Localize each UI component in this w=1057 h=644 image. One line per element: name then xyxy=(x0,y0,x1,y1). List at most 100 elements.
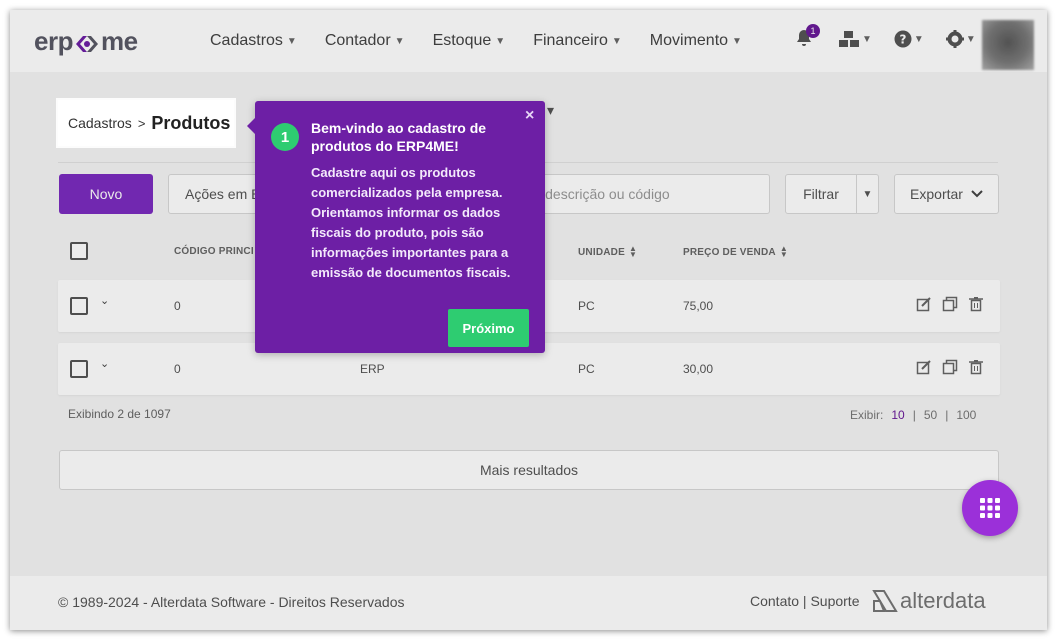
footer-links[interactable]: Contato | Suporte xyxy=(750,593,859,609)
chevron-down-icon: ▼ xyxy=(611,35,622,47)
menu-label: Financeiro xyxy=(533,32,608,49)
filter-button-group: Filtrar ▼ xyxy=(785,174,879,214)
breadcrumb-separator: > xyxy=(137,115,146,131)
menu-label: Movimento xyxy=(649,32,729,49)
cell-unit: PC xyxy=(578,362,595,376)
chevron-down-icon: ▼ xyxy=(495,35,506,47)
chevron-down-icon: ▼ xyxy=(394,35,405,47)
column-header-label: UNIDADE xyxy=(578,246,625,258)
gear-icon xyxy=(945,30,964,48)
modules-button[interactable]: ▼ xyxy=(838,30,872,48)
alterdata-wordmark: alterdata xyxy=(900,588,986,613)
copy-icon[interactable] xyxy=(942,296,958,312)
page-size-option[interactable]: 50 xyxy=(924,408,937,422)
page-title: Produtos xyxy=(151,112,231,133)
filter-button[interactable]: Filtrar xyxy=(786,186,856,202)
chevron-down-icon: ▼ xyxy=(732,35,742,47)
separator: | xyxy=(945,408,949,422)
row-checkbox[interactable] xyxy=(70,297,88,315)
chevron-down-icon: ▼ xyxy=(965,33,976,45)
cell-description: ERP xyxy=(360,362,385,376)
filter-options-chevron-down-icon[interactable]: ▼ xyxy=(857,189,878,200)
next-button[interactable]: Próximo xyxy=(448,309,529,347)
breadcrumb: Cadastros > Produtos xyxy=(58,100,234,146)
boxes-icon xyxy=(839,31,859,47)
export-label: Exportar xyxy=(910,186,963,202)
trash-icon[interactable] xyxy=(968,296,984,312)
cell-code: 0 xyxy=(174,299,181,313)
row-checkbox[interactable] xyxy=(70,360,88,378)
app-window: erp me Cadastros ▼ Contador ▼ Estoque ▼ Fin… xyxy=(10,10,1047,630)
logo-text-right: me xyxy=(100,26,138,56)
results-count: Exibindo 2 de 1097 xyxy=(68,407,171,421)
chevron-down-icon: ▼ xyxy=(913,33,924,45)
copyright-text: © 1989-2024 - Alterdata Software - Direi… xyxy=(58,594,405,610)
separator: | xyxy=(912,408,916,422)
expand-chevron-icon[interactable]: ⌄ xyxy=(100,357,109,370)
column-header-label: PREÇO DE VENDA xyxy=(683,246,776,258)
export-button[interactable]: Exportar xyxy=(894,174,999,214)
menu-movimento[interactable]: Movimento ▼ xyxy=(650,32,742,50)
page-size-option[interactable]: 10 xyxy=(891,408,904,422)
grid-icon xyxy=(980,498,1000,518)
sort-icon: ▲ ▼ xyxy=(779,244,788,259)
chevron-down-icon: ▼ xyxy=(286,35,297,47)
chevron-down-icon xyxy=(971,190,983,198)
tour-title: Bem-vindo ao cadastro de produtos do ERP… xyxy=(311,120,487,154)
main-menu: Cadastros ▼ Contador ▼ Estoque ▼ Financeiro… xyxy=(210,32,742,50)
row-actions xyxy=(916,359,984,375)
settings-button[interactable]: ▼ xyxy=(945,30,976,48)
edit-icon[interactable] xyxy=(916,296,932,312)
svg-text:?: ? xyxy=(899,33,906,47)
cell-price: 75,00 xyxy=(683,299,714,313)
close-icon[interactable]: × xyxy=(525,107,534,125)
tour-step-badge: 1 xyxy=(271,123,299,151)
notification-badge: 1 xyxy=(806,24,820,38)
chevron-down-icon[interactable]: ▾ xyxy=(547,102,554,119)
cell-unit: PC xyxy=(578,299,595,313)
menu-cadastros[interactable]: Cadastros ▼ xyxy=(210,32,297,50)
new-product-button[interactable]: Novo xyxy=(59,174,153,214)
top-navbar: erp me Cadastros ▼ Contador ▼ Estoque ▼ Fin… xyxy=(10,10,1047,72)
menu-label: Cadastros xyxy=(210,32,283,49)
page-size-label: Exibir: xyxy=(850,408,884,422)
sort-icon: ▲ ▼ xyxy=(628,244,638,259)
alterdata-mark-icon xyxy=(872,590,898,612)
popover-arrow xyxy=(247,117,256,135)
erp4me-logo[interactable]: erp me xyxy=(34,26,138,57)
page-size-option[interactable]: 100 xyxy=(956,408,976,422)
logo-mark-icon xyxy=(74,31,100,53)
cell-code: 0 xyxy=(174,362,181,376)
row-actions xyxy=(916,296,984,312)
menu-label: Estoque xyxy=(432,32,492,49)
tour-popover: 1 × Bem-vindo ao cadastro de produtos do… xyxy=(247,101,545,353)
help-button[interactable]: ? ▼ xyxy=(894,30,924,48)
user-avatar[interactable] xyxy=(982,20,1034,70)
chevron-down-icon: ▼ xyxy=(862,33,872,45)
expand-chevron-icon[interactable]: ⌄ xyxy=(100,294,109,307)
cell-price: 30,00 xyxy=(683,362,714,376)
breadcrumb-parent[interactable]: Cadastros xyxy=(68,115,132,131)
column-header-price[interactable]: PREÇO DE VENDA ▲ ▼ xyxy=(683,244,788,259)
logo-text-left: erp xyxy=(34,26,73,56)
apps-fab-button[interactable] xyxy=(962,480,1018,536)
notifications-button[interactable]: 1 xyxy=(794,24,820,50)
menu-financeiro[interactable]: Financeiro ▼ xyxy=(533,32,622,50)
trash-icon[interactable] xyxy=(968,359,984,375)
edit-icon[interactable] xyxy=(916,359,932,375)
menu-contador[interactable]: Contador ▼ xyxy=(325,32,405,50)
page-footer: © 1989-2024 - Alterdata Software - Direi… xyxy=(10,576,1047,630)
copy-icon[interactable] xyxy=(942,359,958,375)
alterdata-logo: alterdata xyxy=(872,588,986,614)
column-header-unit[interactable]: UNIDADE ▲ ▼ xyxy=(578,244,638,259)
menu-label: Contador xyxy=(324,32,391,49)
select-all-checkbox[interactable] xyxy=(70,242,88,260)
menu-estoque[interactable]: Estoque ▼ xyxy=(433,32,506,50)
help-icon: ? xyxy=(894,30,912,48)
header-icons: 1 ▼ ? ▼ ▼ xyxy=(794,24,976,50)
more-results-button[interactable]: Mais resultados xyxy=(59,450,999,490)
column-header-code[interactable]: CÓDIGO PRINCI xyxy=(174,246,254,257)
bulk-actions-dropdown[interactable]: Ações em B xyxy=(169,186,260,202)
page-size-selector: Exibir: 10 | 50 | 100 xyxy=(850,408,976,422)
tour-body: Cadastre aqui os produtos comercializado… xyxy=(311,165,511,280)
